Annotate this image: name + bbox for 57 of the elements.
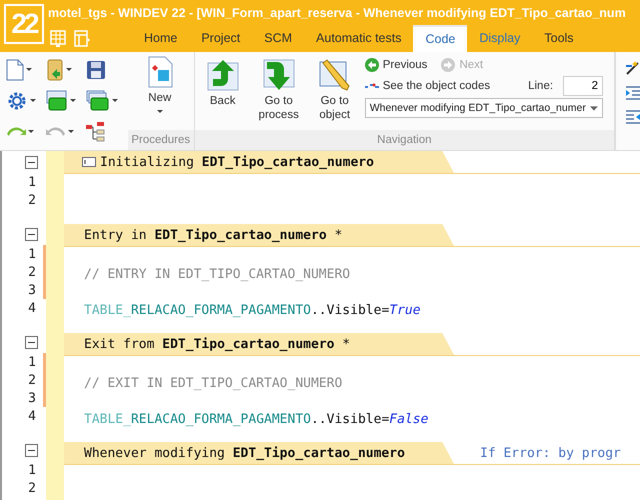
- see-object-codes-button[interactable]: See the object codes: [364, 78, 490, 94]
- outdent-icon[interactable]: [626, 110, 640, 124]
- code-line: // ENTRY IN EDT_TIPO_CARTAO_NUMERO: [84, 266, 350, 282]
- window-go-icon: [46, 90, 68, 112]
- ribbon-tab[interactable]: Tools: [532, 25, 586, 52]
- app-logo: 22: [4, 4, 44, 44]
- code-line: TABLE_RELACAO_FORMA_PAGAMENTO..Visible=True: [84, 302, 421, 318]
- left-arrow-icon: [364, 58, 379, 72]
- field-icon: [82, 157, 96, 167]
- back-button[interactable]: Back: [194, 56, 251, 112]
- collapse-toggle[interactable]: [25, 336, 38, 348]
- collapse-toggle[interactable]: [25, 156, 38, 168]
- line-number: 1: [27, 174, 37, 191]
- document-icon: [6, 58, 24, 80]
- previous-button[interactable]: Previous: [364, 56, 428, 74]
- new-procedure-icon: [146, 56, 174, 88]
- event-title: Exit from EDT_Tipo_cartao_numero*: [84, 336, 350, 352]
- collapse-toggle[interactable]: [25, 228, 38, 240]
- line-number: 2: [27, 480, 37, 497]
- down-arrow-icon: [262, 59, 295, 91]
- code-dots-icon: [364, 82, 379, 90]
- pencil-icon: [318, 59, 351, 91]
- group-label: Procedures: [128, 130, 194, 150]
- go-to-object-button[interactable]: Go to object: [306, 56, 363, 126]
- go-to-process-button[interactable]: Go to process: [250, 56, 307, 126]
- caret-icon: [590, 106, 598, 110]
- collapse-toggle[interactable]: [25, 444, 38, 456]
- line-label: Line:: [528, 80, 554, 92]
- ribbon-tab[interactable]: Automatic tests: [304, 25, 414, 52]
- event-dropdown[interactable]: Whenever modifying EDT_Tipo_cartao_numer: [364, 98, 603, 118]
- line-number: 4: [27, 408, 37, 425]
- error-handling-note[interactable]: If Error: by progr: [480, 446, 621, 460]
- code-line: TABLE_RELACAO_FORMA_PAGAMENTO..Visible=False: [84, 412, 428, 426]
- group-label: Navigation: [194, 130, 614, 150]
- tree-icon: [86, 120, 106, 142]
- line-field[interactable]: 2: [563, 76, 604, 96]
- save-icon: [86, 60, 106, 80]
- indent-icon[interactable]: [626, 86, 640, 100]
- ribbon-tab[interactable]: Home: [132, 25, 190, 52]
- ribbon-tab[interactable]: Project: [189, 25, 252, 52]
- event-title: Entry in EDT_Tipo_cartao_numero*: [84, 228, 342, 242]
- new-procedure-button[interactable]: New: [128, 56, 192, 116]
- window-title: motel_tgs - WINDEV 22 - [WIN_Form_apart_reserva - Whenever modifying EDT_Tipo_cartao_num: [48, 5, 627, 22]
- event-title: Initializing EDT_Tipo_cartao_numero: [100, 154, 374, 170]
- up-arrow-icon: [206, 59, 239, 91]
- right-arrow-icon: [441, 58, 456, 72]
- event-title: Whenever modifying EDT_Tipo_cartao_numero: [84, 446, 405, 460]
- line-number: 1: [27, 462, 37, 479]
- ribbon-tab[interactable]: SCM: [252, 25, 304, 52]
- folder-icon: [46, 58, 64, 80]
- code-line: // EXIT IN EDT_TIPO_CARTAO_NUMERO: [84, 376, 342, 390]
- ribbon-tab[interactable]: Code: [413, 25, 468, 52]
- line-number: 2: [27, 192, 37, 209]
- windows-go-icon: [86, 90, 110, 112]
- line-number: 4: [27, 300, 37, 317]
- gear-icon: [6, 90, 28, 112]
- wand-icon[interactable]: [626, 60, 640, 76]
